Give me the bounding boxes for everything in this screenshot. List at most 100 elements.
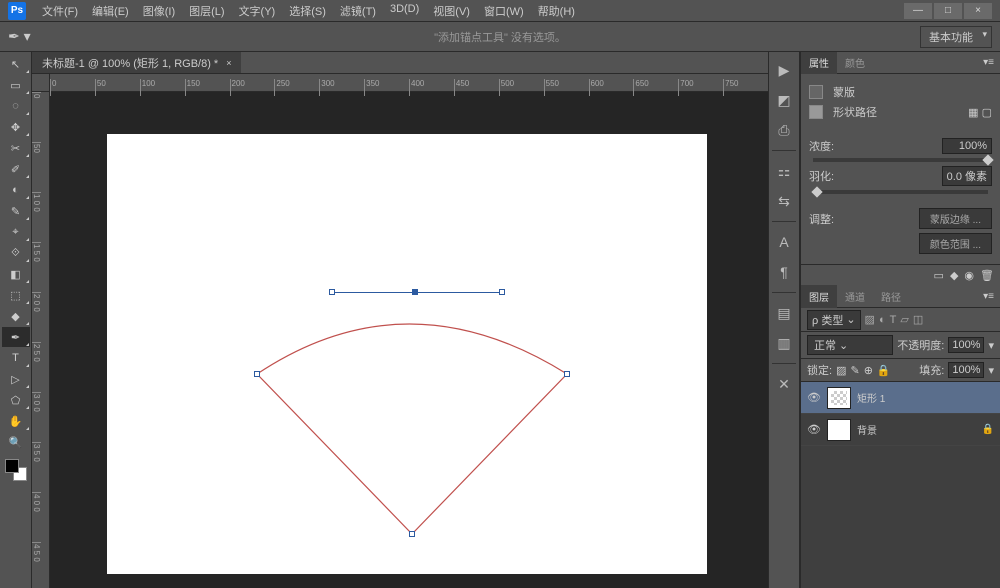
menu-3d[interactable]: 3D(D) <box>384 1 425 21</box>
document-tab[interactable]: 未标题-1 @ 100% (矩形 1, RGB/8) * × <box>32 52 241 73</box>
vector-path[interactable] <box>247 284 587 544</box>
menu-edit[interactable]: 编辑(E) <box>86 1 135 21</box>
foreground-color[interactable] <box>5 459 19 473</box>
tool-eyedropper[interactable]: ✐ <box>2 159 30 179</box>
tool-move[interactable]: ↖ <box>2 54 30 74</box>
tool-eraser[interactable]: ◧ <box>2 264 30 284</box>
anchor-point-right[interactable] <box>564 371 570 377</box>
tab-color[interactable]: 颜色 <box>837 51 873 74</box>
filter-adjust-icon[interactable]: ◐ <box>879 314 886 326</box>
anchor-point-left[interactable] <box>254 371 260 377</box>
layer-row[interactable]: 👁 矩形 1 <box>801 382 1000 414</box>
workspace-switcher[interactable]: 基本功能 <box>920 26 992 48</box>
tool-wand[interactable]: ✥ <box>2 117 30 137</box>
layer-name[interactable]: 背景 <box>857 422 877 437</box>
opacity-value[interactable]: 100% <box>948 337 984 353</box>
tool-zoom[interactable]: 🔍 <box>2 432 30 452</box>
footer-icon-4[interactable]: 🗑 <box>980 269 994 282</box>
tool-gradient[interactable]: ⬚ <box>2 285 30 305</box>
close-group-icon[interactable]: ✕ <box>772 372 796 396</box>
tool-marquee[interactable]: ▭ <box>2 75 30 95</box>
menu-image[interactable]: 图像(I) <box>137 1 181 21</box>
menu-file[interactable]: 文件(F) <box>36 1 84 21</box>
libraries-icon[interactable]: ⎙ <box>772 118 796 142</box>
adjustments-icon[interactable]: ⇆ <box>772 189 796 213</box>
tool-pen[interactable]: ✒ <box>2 327 30 347</box>
filter-type-icon[interactable]: T <box>890 314 897 326</box>
mask-edge-button[interactable]: 蒙版边缘 ... <box>919 208 992 229</box>
layer-row[interactable]: 👁 背景 🔒 <box>801 414 1000 446</box>
footer-icon-2[interactable]: ◆ <box>950 269 958 282</box>
tool-blur[interactable]: ◆ <box>2 306 30 326</box>
tool-heal[interactable]: ◐ <box>2 180 30 200</box>
tab-channels[interactable]: 通道 <box>837 285 873 308</box>
tool-path-select[interactable]: ▷ <box>2 369 30 389</box>
bezier-handle-left[interactable] <box>329 289 335 295</box>
layer-filter-type[interactable]: ρ 类型 ⌄ <box>807 310 861 330</box>
density-slider[interactable] <box>813 158 988 162</box>
feather-value[interactable]: 0.0 像素 <box>942 166 992 186</box>
feather-slider[interactable] <box>813 190 988 194</box>
layer-thumbnail[interactable] <box>827 387 851 409</box>
menu-type[interactable]: 文字(Y) <box>233 1 282 21</box>
menu-filter[interactable]: 滤镜(T) <box>334 1 382 21</box>
menu-window[interactable]: 窗口(W) <box>478 1 530 21</box>
lock-transparent-icon[interactable]: ▨ <box>836 364 846 377</box>
tab-properties[interactable]: 属性 <box>801 51 837 74</box>
maximize-button[interactable]: □ <box>934 3 962 19</box>
layers-menu-icon[interactable]: ▾≡ <box>977 291 1000 302</box>
footer-icon-3[interactable]: ◉ <box>964 269 974 282</box>
menu-help[interactable]: 帮助(H) <box>532 1 581 21</box>
minimize-button[interactable]: — <box>904 3 932 19</box>
ruler-origin[interactable] <box>32 74 50 92</box>
canvas-area[interactable]: 0501001502002503003504004505005506006507… <box>32 74 768 588</box>
tool-shape[interactable]: ⬠ <box>2 390 30 410</box>
density-value[interactable]: 100% <box>942 138 992 154</box>
visibility-icon[interactable]: 👁 <box>807 423 821 436</box>
ruler-vertical[interactable]: 0501 0 01 5 02 0 02 5 03 0 03 5 04 0 04 … <box>32 92 50 588</box>
swatches-icon[interactable]: ◩ <box>772 88 796 112</box>
layer-name[interactable]: 矩形 1 <box>857 390 885 405</box>
tab-paths[interactable]: 路径 <box>873 285 909 308</box>
menu-layer[interactable]: 图层(L) <box>183 1 230 21</box>
styles-icon[interactable]: ▤ <box>772 301 796 325</box>
tool-brush[interactable]: ✎ <box>2 201 30 221</box>
panel-menu-icon[interactable]: ▾≡ <box>977 57 1000 68</box>
fill-value[interactable]: 100% <box>948 362 984 378</box>
visibility-icon[interactable]: 👁 <box>807 391 821 404</box>
lock-all-icon[interactable]: 🔒 <box>877 364 891 377</box>
color-range-button[interactable]: 颜色范围 ... <box>919 233 992 254</box>
blend-mode-select[interactable]: 正常 ⌄ <box>807 335 893 355</box>
lock-paint-icon[interactable]: ✎ <box>850 364 859 377</box>
bezier-handle-right[interactable] <box>499 289 505 295</box>
tool-crop[interactable]: ✂ <box>2 138 30 158</box>
color-swatches[interactable] <box>5 459 27 481</box>
tool-lasso[interactable]: ◌ <box>2 96 30 116</box>
mask-actions-icon[interactable]: ▦ ▢ <box>968 106 992 119</box>
history-icon[interactable]: ▶ <box>772 58 796 82</box>
filter-smart-icon[interactable]: ◫ <box>913 313 923 326</box>
tool-type[interactable]: T <box>2 348 30 368</box>
footer-icon-1[interactable]: ▭ <box>934 269 944 282</box>
menu-select[interactable]: 选择(S) <box>283 1 332 21</box>
layer-thumbnail[interactable] <box>827 419 851 441</box>
lock-position-icon[interactable]: ⊕ <box>864 364 873 377</box>
layers-icon[interactable]: ▥ <box>772 331 796 355</box>
anchor-point-bottom[interactable] <box>409 531 415 537</box>
tool-hand[interactable]: ✋ <box>2 411 30 431</box>
tool-preset-icon[interactable]: ✒ ▾ <box>8 28 31 45</box>
tool-history-brush[interactable]: ⟐ <box>2 243 30 263</box>
filter-shape-icon[interactable]: ▱ <box>900 313 908 326</box>
paragraph-icon[interactable]: ¶ <box>772 260 796 284</box>
tool-stamp[interactable]: ⌖ <box>2 222 30 242</box>
close-button[interactable]: × <box>964 3 992 19</box>
ruler-horizontal[interactable]: 0501001502002503003504004505005506006507… <box>50 74 768 92</box>
close-tab-icon[interactable]: × <box>226 58 231 68</box>
filter-image-icon[interactable]: ▨ <box>865 313 875 326</box>
anchor-point-top[interactable] <box>412 289 418 295</box>
menu-view[interactable]: 视图(V) <box>427 1 476 21</box>
brush-settings-icon[interactable]: ⚏ <box>772 159 796 183</box>
tab-layers[interactable]: 图层 <box>801 285 837 308</box>
canvas[interactable] <box>107 134 707 574</box>
character-icon[interactable]: A <box>772 230 796 254</box>
